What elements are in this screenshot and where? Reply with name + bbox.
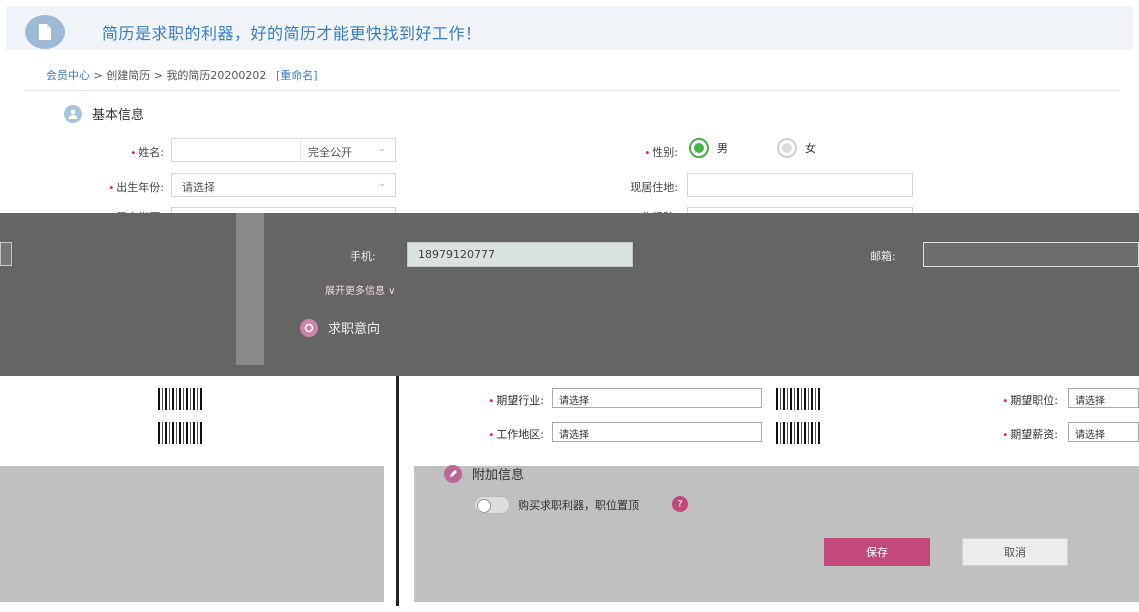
expand-more-link[interactable]: 展开更多信息 ∨ bbox=[325, 282, 396, 297]
target-icon bbox=[300, 318, 318, 337]
promote-toggle[interactable] bbox=[474, 496, 510, 514]
breadcrumb-separator: > bbox=[93, 69, 103, 82]
required-mark: • bbox=[644, 148, 651, 159]
breadcrumb-member-center[interactable]: 会员中心 bbox=[46, 69, 90, 82]
birth-year-select[interactable]: 请选择 ⌄ bbox=[171, 173, 396, 197]
radio-checked-icon bbox=[689, 138, 709, 158]
privacy-select[interactable]: 完全公开 bbox=[308, 144, 352, 160]
render-glitch-band bbox=[0, 213, 1139, 376]
chevron-down-icon: ⌄ bbox=[378, 179, 386, 189]
chevron-down-icon: ⌄ bbox=[378, 144, 386, 154]
salary-label: • 期望薪资: bbox=[1002, 428, 1058, 441]
industry-select[interactable]: 请选择 bbox=[552, 388, 762, 408]
email-input[interactable] bbox=[923, 242, 1139, 267]
render-glitch-column bbox=[236, 213, 264, 365]
residence-label: 现居住地: bbox=[630, 181, 678, 194]
breadcrumb-separator: > bbox=[153, 69, 163, 82]
glitch-fragment bbox=[0, 242, 12, 266]
section-job-intent: 求职意向 bbox=[300, 318, 380, 337]
glitch-panel-right: • 期望行业: 请选择 • 期望职位: 请选择 • 工作地区: 请选择 • 期望薪资: … bbox=[414, 376, 1139, 602]
name-field[interactable]: 完全公开 ⌄ bbox=[171, 138, 396, 162]
breadcrumb-my-resume: 我的简历20200202 bbox=[166, 69, 267, 82]
glitch-divider bbox=[384, 376, 414, 606]
birth-year-placeholder: 请选择 bbox=[182, 181, 215, 194]
section-title-basic-info: 基本信息 bbox=[92, 108, 145, 123]
section-basic-info: 基本信息 bbox=[64, 104, 144, 123]
name-label: • 姓名: bbox=[130, 146, 164, 159]
residence-input[interactable] bbox=[687, 173, 913, 197]
mobile-value: 18979120777 bbox=[418, 248, 495, 261]
gender-male-radio[interactable]: 男 bbox=[689, 138, 728, 158]
mobile-input[interactable]: 18979120777 bbox=[407, 242, 633, 267]
section-title-extra: 附加信息 bbox=[472, 468, 525, 483]
user-icon bbox=[64, 104, 82, 123]
document-icon bbox=[25, 15, 65, 49]
location-select[interactable]: 请选择 bbox=[552, 422, 762, 442]
gender-male-label: 男 bbox=[717, 142, 728, 155]
promote-toggle-label: 购买求职利器，职位置顶 bbox=[518, 499, 639, 512]
required-mark: • bbox=[130, 148, 137, 159]
position-label: • 期望职位: bbox=[1002, 394, 1058, 407]
breadcrumb-create-resume[interactable]: 创建简历 bbox=[106, 69, 150, 82]
divider bbox=[24, 90, 1119, 91]
page-header: 简历是求职的利器，好的简历才能更快找到好工作！ bbox=[6, 6, 1133, 50]
location-label: • 工作地区: bbox=[488, 428, 544, 441]
header-slogan: 简历是求职的利器，好的简历才能更快找到好工作！ bbox=[102, 24, 482, 43]
pencil-icon bbox=[444, 464, 462, 483]
position-select[interactable]: 请选择 bbox=[1068, 388, 1139, 408]
email-label: 邮箱: bbox=[870, 250, 896, 263]
gender-female-label: 女 bbox=[805, 142, 816, 155]
help-icon[interactable]: ? bbox=[672, 496, 688, 512]
industry-label: • 期望行业: bbox=[488, 394, 544, 407]
birth-year-label: • 出生年份: bbox=[108, 181, 164, 194]
mobile-label: 手机: bbox=[350, 250, 376, 263]
cancel-button[interactable]: 取消 bbox=[962, 538, 1068, 566]
required-mark: • bbox=[108, 183, 115, 194]
save-button[interactable]: 保存 bbox=[824, 538, 930, 566]
field-divider bbox=[300, 139, 301, 161]
section-extra-info: 附加信息 bbox=[444, 464, 524, 483]
section-title-job-intent: 求职意向 bbox=[328, 322, 381, 337]
salary-select[interactable]: 请选择 bbox=[1068, 422, 1139, 442]
glitch-panel-left bbox=[0, 376, 384, 602]
gender-label: • 性别: bbox=[644, 146, 678, 159]
radio-unchecked-icon bbox=[777, 138, 797, 158]
breadcrumb: 会员中心 > 创建简历 > 我的简历20200202 [重命名] bbox=[46, 67, 318, 83]
rename-link[interactable]: [重命名] bbox=[276, 69, 318, 82]
gender-female-radio[interactable]: 女 bbox=[777, 138, 816, 158]
